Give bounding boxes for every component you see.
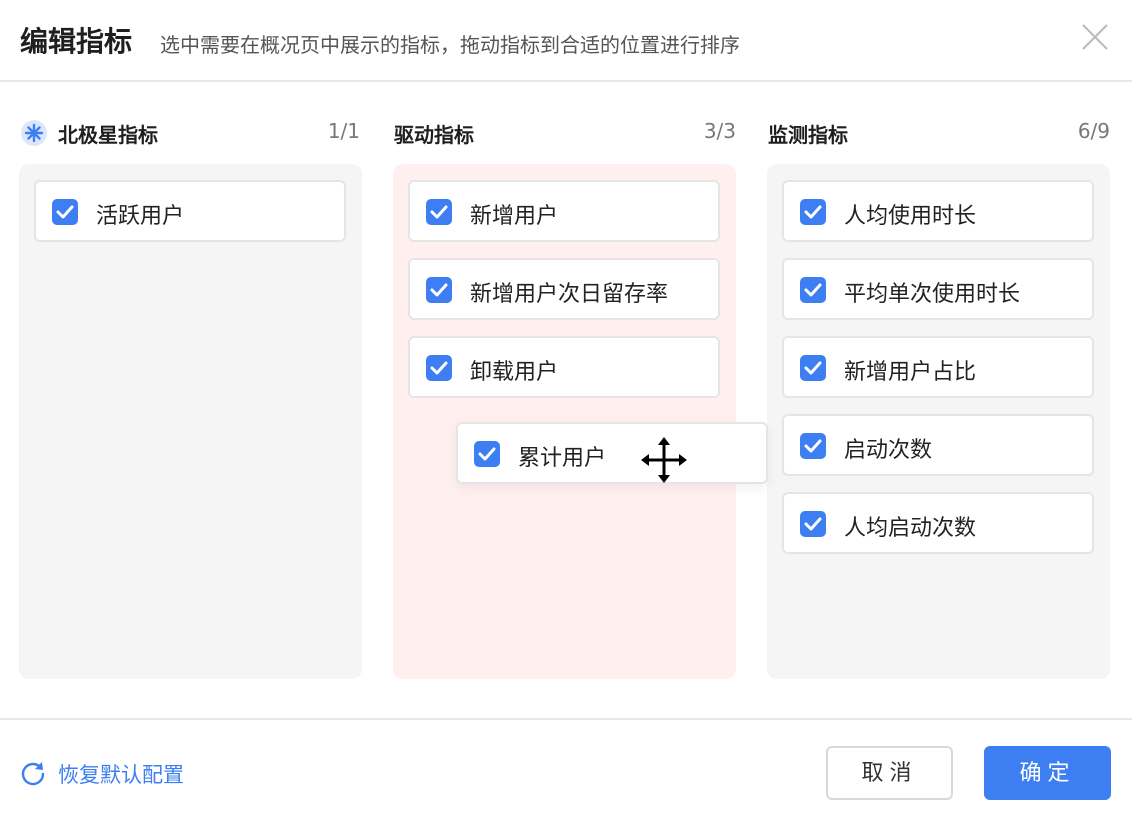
dialog-header: 编辑指标 选中需要在概况页中展示的指标，拖动指标到合适的位置进行排序 (0, 0, 1132, 82)
metric-label: 活跃用户 (96, 204, 185, 229)
close-icon[interactable] (1080, 22, 1110, 52)
reset-label: 恢复默认配置 (58, 763, 184, 787)
metric-label: 启动次数 (844, 438, 933, 463)
metric-card[interactable]: 卸载用户 (408, 336, 720, 398)
checkbox-checked-icon[interactable] (800, 355, 826, 381)
move-cursor-icon (640, 436, 688, 484)
column-count: 6/9 (1077, 119, 1110, 143)
dialog-title: 编辑指标 (20, 25, 133, 58)
checkbox-checked-icon[interactable] (800, 511, 826, 537)
metric-card[interactable]: 人均使用时长 (782, 180, 1094, 242)
checkbox-checked-icon[interactable] (52, 199, 78, 225)
dragging-metric-card[interactable]: 累计用户 (456, 422, 768, 484)
metric-label: 人均使用时长 (844, 204, 977, 229)
metric-card[interactable]: 活跃用户 (34, 180, 346, 242)
metric-label: 人均启动次数 (844, 516, 977, 541)
metric-card[interactable]: 人均启动次数 (782, 492, 1094, 554)
metric-label: 新增用户占比 (844, 360, 977, 385)
column-header-driver: 驱动指标 3/3 (394, 114, 736, 150)
dialog-subtitle: 选中需要在概况页中展示的指标，拖动指标到合适的位置进行排序 (160, 33, 740, 57)
metric-label: 卸载用户 (470, 360, 559, 385)
checkbox-checked-icon[interactable] (474, 441, 500, 467)
column-header-north-star: 北极星指标 1/1 (20, 114, 360, 150)
column-title: 北极星指标 (58, 123, 158, 147)
column-count: 3/3 (703, 119, 736, 143)
metric-label: 平均单次使用时长 (844, 282, 1021, 307)
checkbox-checked-icon[interactable] (426, 355, 452, 381)
metric-label: 新增用户 (470, 204, 559, 229)
footer-divider (0, 718, 1132, 720)
north-star-panel: 活跃用户 (19, 164, 362, 679)
cancel-button[interactable]: 取消 (826, 746, 953, 800)
metric-label: 新增用户次日留存率 (470, 282, 669, 307)
ok-button[interactable]: 确定 (984, 746, 1111, 800)
monitor-panel: 人均使用时长 平均单次使用时长 新增用户占比 启动次数 人均启动次数 (767, 164, 1110, 679)
star-badge-icon (20, 119, 48, 147)
checkbox-checked-icon[interactable] (800, 433, 826, 459)
column-title: 驱动指标 (394, 123, 474, 147)
checkbox-checked-icon[interactable] (426, 277, 452, 303)
checkbox-checked-icon[interactable] (426, 199, 452, 225)
metric-card[interactable]: 新增用户占比 (782, 336, 1094, 398)
metric-label: 累计用户 (518, 446, 607, 471)
column-count: 1/1 (327, 119, 360, 143)
column-title: 监测指标 (768, 123, 848, 147)
checkbox-checked-icon[interactable] (800, 199, 826, 225)
refresh-icon (20, 760, 46, 786)
checkbox-checked-icon[interactable] (800, 277, 826, 303)
metric-card[interactable]: 平均单次使用时长 (782, 258, 1094, 320)
column-header-monitor: 监测指标 6/9 (768, 114, 1110, 150)
metric-card[interactable]: 新增用户 (408, 180, 720, 242)
metric-card[interactable]: 新增用户次日留存率 (408, 258, 720, 320)
metric-card[interactable]: 启动次数 (782, 414, 1094, 476)
